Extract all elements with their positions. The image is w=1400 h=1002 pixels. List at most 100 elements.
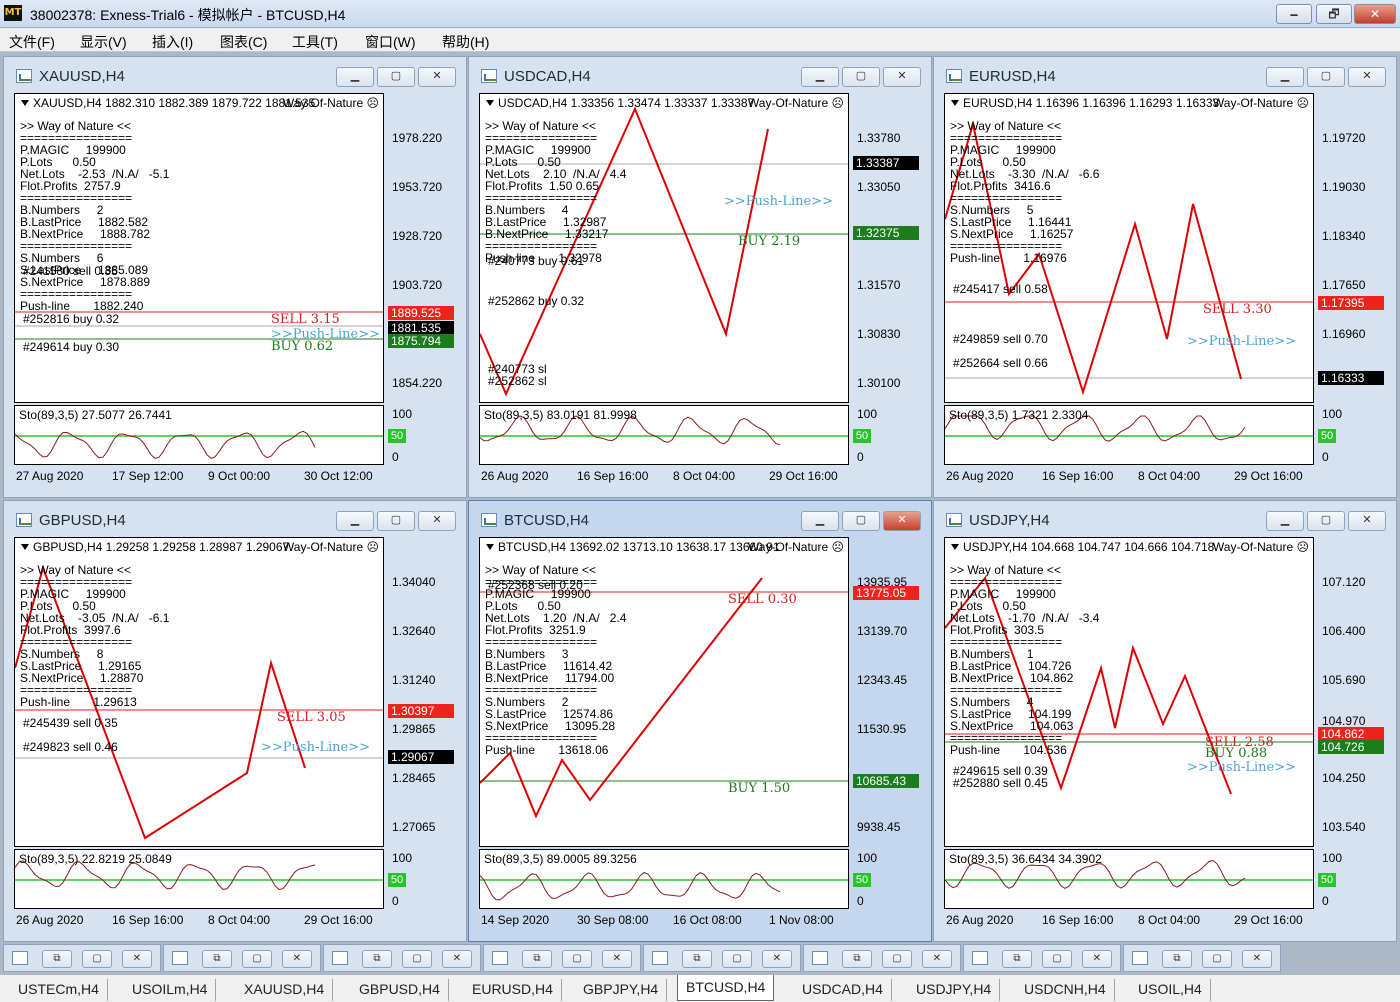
- price-plot[interactable]: USDJPY,H4 104.668 104.747 104.666 104.71…: [944, 537, 1314, 847]
- chart-window-usdjpy[interactable]: USDJPY,H4 ▁ ▢ ✕ USDJPY,H4 104.668 104.74…: [933, 500, 1397, 942]
- restore-button[interactable]: ⧉: [842, 950, 872, 968]
- stochastic-subwindow[interactable]: Sto(89,3,5) 89.0005 89.3256: [479, 849, 849, 909]
- date-tick: 29 Oct 16:00: [1234, 913, 1303, 927]
- maximize-button[interactable]: ▢: [562, 950, 592, 968]
- menu-insert[interactable]: 插入(I): [152, 32, 193, 52]
- chart-window-eurusd[interactable]: EURUSD,H4 ▁ ▢ ✕ EURUSD,H4 1.16396 1.1639…: [933, 56, 1397, 498]
- maximize-button[interactable]: ▢: [242, 950, 272, 968]
- minimized-chart[interactable]: ⧉ ▢ ✕: [1123, 944, 1281, 972]
- menu-file[interactable]: 文件(F): [9, 32, 55, 52]
- chart-close-button[interactable]: ✕: [883, 511, 921, 531]
- restore-button[interactable]: ⧉: [362, 950, 392, 968]
- tab-usdcnh[interactable]: USDCNH,H4: [1016, 979, 1115, 1001]
- window-title: 38002378: Exness-Trial6 - 模拟帐户 - BTCUSD,…: [30, 7, 346, 23]
- tab-usoil[interactable]: USOIL,H4: [1130, 979, 1211, 1001]
- price-plot[interactable]: EURUSD,H4 1.16396 1.16396 1.16293 1.1633…: [944, 93, 1314, 403]
- minimized-chart[interactable]: ⧉ ▢ ✕: [3, 944, 161, 972]
- chart-titlebar[interactable]: XAUUSD,H4 ▁ ▢ ✕: [4, 57, 466, 91]
- stoch-tick: 100: [857, 851, 878, 865]
- chart-titlebar[interactable]: USDCAD,H4 ▁ ▢ ✕: [469, 57, 931, 91]
- indicator-name: Way-Of-Nature ☹: [282, 540, 379, 554]
- minimized-chart[interactable]: ⧉ ▢ ✕: [323, 944, 481, 972]
- stochastic-subwindow[interactable]: Sto(89,3,5) 36.6434 34.3902: [944, 849, 1314, 909]
- chart-titlebar[interactable]: BTCUSD,H4 ▁ ▢ ✕: [469, 501, 931, 535]
- restore-button[interactable]: ⧉: [522, 950, 552, 968]
- chart-minimize-button[interactable]: ▁: [801, 511, 839, 531]
- restore-button[interactable]: ⧉: [682, 950, 712, 968]
- restore-button[interactable]: ⧉: [1162, 950, 1192, 968]
- chart-close-button[interactable]: ✕: [883, 67, 921, 87]
- chart-window-btcusd[interactable]: BTCUSD,H4 ▁ ▢ ✕ BTCUSD,H4 13692.02 13713…: [468, 500, 932, 942]
- menu-tools[interactable]: 工具(T): [292, 32, 338, 52]
- menu-window[interactable]: 窗口(W): [365, 32, 416, 52]
- price-plot[interactable]: BTCUSD,H4 13692.02 13713.10 13638.17 136…: [479, 537, 849, 847]
- close-button[interactable]: ✕: [922, 950, 952, 968]
- minimize-button[interactable]: 🗕: [1276, 4, 1312, 24]
- close-button[interactable]: ✕: [282, 950, 312, 968]
- close-button[interactable]: ✕: [122, 950, 152, 968]
- chart-window-xauusd[interactable]: XAUUSD,H4 ▁ ▢ ✕ XAUUSD,H4 1882.310 1882.…: [3, 56, 467, 498]
- tab-gbpjpy[interactable]: GBPJPY,H4: [575, 979, 668, 1001]
- stochastic-subwindow[interactable]: Sto(89,3,5) 83.0191 81.9998: [479, 405, 849, 465]
- tab-btcusd[interactable]: BTCUSD,H4: [677, 975, 775, 1001]
- maximize-button[interactable]: ▢: [882, 950, 912, 968]
- chart-close-button[interactable]: ✕: [418, 511, 456, 531]
- restore-button[interactable]: ⧉: [1002, 950, 1032, 968]
- tab-usdjpy[interactable]: USDJPY,H4: [908, 979, 1001, 1001]
- stoch-tick: 0: [857, 894, 864, 908]
- close-button[interactable]: ✕: [442, 950, 472, 968]
- minimized-chart[interactable]: ⧉ ▢ ✕: [643, 944, 801, 972]
- chart-minimize-button[interactable]: ▁: [801, 67, 839, 87]
- chart-minimize-button[interactable]: ▁: [336, 67, 374, 87]
- price-plot[interactable]: GBPUSD,H4 1.29258 1.29258 1.28987 1.2906…: [14, 537, 384, 847]
- minimized-chart[interactable]: ⧉ ▢ ✕: [163, 944, 321, 972]
- chart-window-gbpusd[interactable]: GBPUSD,H4 ▁ ▢ ✕ GBPUSD,H4 1.29258 1.2925…: [3, 500, 467, 942]
- price-plot[interactable]: XAUUSD,H4 1882.310 1882.389 1879.722 188…: [14, 93, 384, 403]
- menu-view[interactable]: 显示(V): [80, 32, 127, 52]
- close-button[interactable]: ✕: [1354, 4, 1396, 24]
- minimized-chart[interactable]: ⧉ ▢ ✕: [963, 944, 1121, 972]
- restore-button[interactable]: ⧉: [202, 950, 232, 968]
- restore-button[interactable]: 🗗: [1316, 4, 1352, 24]
- close-button[interactable]: ✕: [602, 950, 632, 968]
- chart-maximize-button[interactable]: ▢: [1307, 511, 1345, 531]
- minimized-chart[interactable]: ⧉ ▢ ✕: [483, 944, 641, 972]
- chart-close-button[interactable]: ✕: [418, 67, 456, 87]
- menu-help[interactable]: 帮助(H): [442, 32, 489, 52]
- chart-minimize-button[interactable]: ▁: [1266, 511, 1304, 531]
- close-button[interactable]: ✕: [1082, 950, 1112, 968]
- chart-titlebar[interactable]: GBPUSD,H4 ▁ ▢ ✕: [4, 501, 466, 535]
- chart-maximize-button[interactable]: ▢: [842, 511, 880, 531]
- maximize-button[interactable]: ▢: [722, 950, 752, 968]
- close-button[interactable]: ✕: [762, 950, 792, 968]
- chart-close-button[interactable]: ✕: [1348, 511, 1386, 531]
- chart-maximize-button[interactable]: ▢: [377, 511, 415, 531]
- tab-usdcad[interactable]: USDCAD,H4: [794, 979, 892, 1001]
- maximize-button[interactable]: ▢: [82, 950, 112, 968]
- chart-minimize-button[interactable]: ▁: [1266, 67, 1304, 87]
- chart-titlebar[interactable]: USDJPY,H4 ▁ ▢ ✕: [934, 501, 1396, 535]
- chart-titlebar[interactable]: EURUSD,H4 ▁ ▢ ✕: [934, 57, 1396, 91]
- tab-gbpusd[interactable]: GBPUSD,H4: [351, 979, 449, 1001]
- maximize-button[interactable]: ▢: [402, 950, 432, 968]
- chart-maximize-button[interactable]: ▢: [377, 67, 415, 87]
- menu-charts[interactable]: 图表(C): [220, 32, 267, 52]
- chart-window-usdcad[interactable]: USDCAD,H4 ▁ ▢ ✕ USDCAD,H4 1.33356 1.3347…: [468, 56, 932, 498]
- close-button[interactable]: ✕: [1242, 950, 1272, 968]
- tab-usoilm[interactable]: USOILm,H4: [124, 979, 217, 1001]
- stochastic-subwindow[interactable]: Sto(89,3,5) 27.5077 26.7441: [14, 405, 384, 465]
- chart-close-button[interactable]: ✕: [1348, 67, 1386, 87]
- maximize-button[interactable]: ▢: [1202, 950, 1232, 968]
- restore-button[interactable]: ⧉: [42, 950, 72, 968]
- stochastic-subwindow[interactable]: Sto(89,3,5) 22.8219 25.0849: [14, 849, 384, 909]
- price-plot[interactable]: USDCAD,H4 1.33356 1.33474 1.33337 1.3338…: [479, 93, 849, 403]
- tab-ustecm[interactable]: USTECm,H4: [10, 979, 108, 1001]
- tab-eurusd[interactable]: EURUSD,H4: [464, 979, 562, 1001]
- stochastic-subwindow[interactable]: Sto(89,3,5) 1.7321 2.3304: [944, 405, 1314, 465]
- tab-xauusd[interactable]: XAUUSD,H4: [236, 979, 334, 1001]
- chart-maximize-button[interactable]: ▢: [1307, 67, 1345, 87]
- minimized-chart[interactable]: ⧉ ▢ ✕: [803, 944, 961, 972]
- chart-maximize-button[interactable]: ▢: [842, 67, 880, 87]
- maximize-button[interactable]: ▢: [1042, 950, 1072, 968]
- chart-minimize-button[interactable]: ▁: [336, 511, 374, 531]
